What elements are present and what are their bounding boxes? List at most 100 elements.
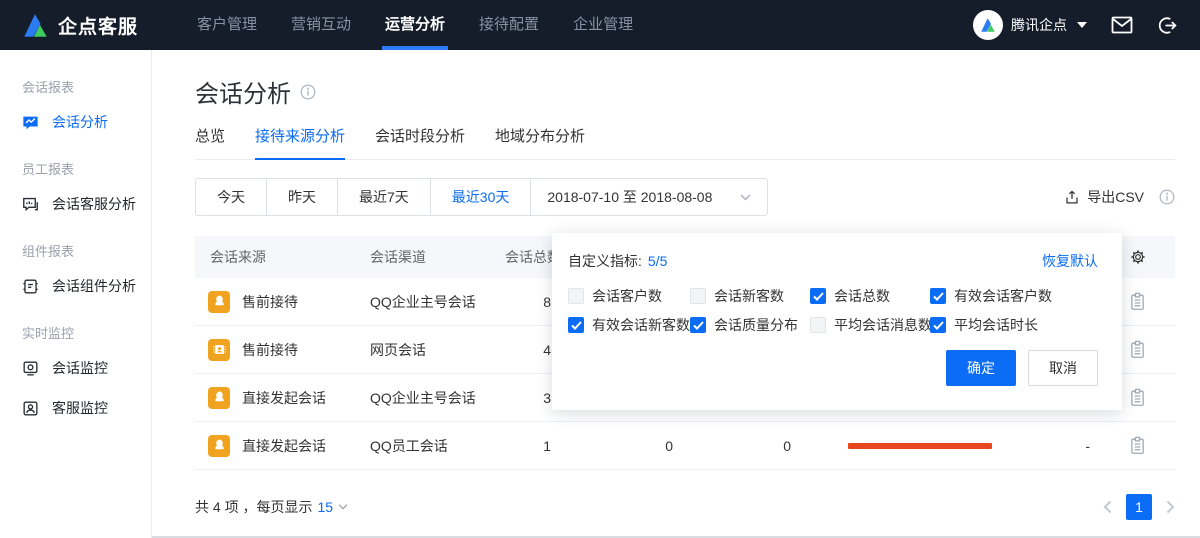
top-navbar: 企点客服 客户管理 营销互动 运营分析 接待配置 企业管理 腾讯企点 [0,0,1200,50]
account-name: 腾讯企点 [1011,15,1067,35]
analysis-tabs: 总览 接待来源分析 会话时段分析 地域分布分析 [195,125,1175,160]
sidebar-item-label: 会话监控 [52,358,108,378]
checkbox-checked[interactable] [690,317,706,333]
checkbox-unchecked[interactable] [690,288,706,304]
session-monitor-icon [21,359,40,378]
metric-option[interactable]: 会话质量分布 [690,315,810,335]
metric-option[interactable]: 有效会话客户数 [930,286,1098,306]
qq-channel-icon [208,291,230,313]
checkbox-checked[interactable] [568,317,584,333]
table-footer: 共 4 项 ，每页显示 15 1 [195,494,1175,520]
nav-item-customer[interactable]: 客户管理 [180,0,274,50]
metric-options: 会话客户数 会话新客数 会话总数 有效会话客户数 有效会话新客数 [568,286,1098,335]
account-menu[interactable]: 腾讯企点 [973,10,1087,40]
pagination: 1 [1103,494,1175,520]
mail-icon[interactable] [1111,16,1133,34]
navbar-right: 腾讯企点 [973,10,1178,40]
filter-today-button[interactable]: 今天 [196,179,266,215]
date-quick-filter: 今天 昨天 最近7天 最近30天 2018-07-10 至 2018-08-08 [195,178,768,216]
value-cell: 0 [685,438,803,454]
filter-7days-button[interactable]: 最近7天 [337,179,430,215]
logout-icon[interactable] [1157,15,1178,36]
chat-chart-icon [21,113,40,132]
page-size-value[interactable]: 15 [317,499,333,515]
sidebar-item-component-analysis[interactable]: 会话组件分析 [0,266,151,306]
export-icon [1064,189,1080,206]
export-csv-button[interactable]: 导出CSV [1064,187,1175,207]
column-header-source: 会话来源 [195,247,370,267]
chevron-down-icon [1077,22,1087,28]
metric-option[interactable]: 平均会话消息数 [810,315,930,335]
page-number[interactable]: 1 [1126,494,1152,520]
channel-cell: 网页会话 [370,340,505,360]
channel-cell: QQ员工会话 [370,436,505,456]
brand: 企点客服 [22,12,172,39]
tab-overview[interactable]: 总览 [195,125,225,159]
qidian-logo-icon [22,12,49,39]
duration-cell: - [1005,438,1100,454]
tab-reception-source[interactable]: 接待来源分析 [255,125,345,160]
checkbox-unchecked[interactable] [568,288,584,304]
chat-agent-icon [21,195,40,214]
nav-item-analytics[interactable]: 运营分析 [368,0,462,50]
prev-page-icon[interactable] [1103,500,1112,514]
cancel-button[interactable]: 取消 [1028,350,1098,386]
nav-item-marketing[interactable]: 营销互动 [274,0,368,50]
info-icon[interactable] [300,84,316,100]
metric-option[interactable]: 会话新客数 [690,286,810,306]
source-cell: 售前接待 [242,340,298,360]
date-range-picker[interactable]: 2018-07-10 至 2018-08-08 [530,179,767,215]
sidebar-item-agent-analysis[interactable]: 会话客服分析 [0,184,151,224]
table-row[interactable]: 直接发起会话 QQ员工会话 1 0 0 - [195,422,1175,470]
sidebar-item-session-analysis[interactable]: 会话分析 [0,102,151,142]
sidebar: 会话报表 会话分析 员工报表 会话客服分析 组件报表 [0,50,152,538]
column-header-channel: 会话渠道 [370,247,505,267]
clipboard-icon[interactable] [1100,436,1175,455]
sidebar-item-agent-monitor[interactable]: 客服监控 [0,388,151,428]
channel-cell: QQ企业主号会话 [370,292,505,312]
filter-bar: 今天 昨天 最近7天 最近30天 2018-07-10 至 2018-08-08… [195,178,1175,216]
sidebar-item-session-monitor[interactable]: 会话监控 [0,348,151,388]
checkbox-unchecked[interactable] [810,317,826,333]
quality-distribution-bar [848,443,992,449]
web-channel-icon [208,339,230,361]
checkbox-checked[interactable] [930,288,946,304]
chevron-down-icon[interactable] [338,504,348,510]
restore-default-link[interactable]: 恢复默认 [1042,251,1098,271]
sidebar-item-label: 会话组件分析 [52,276,136,296]
info-icon[interactable] [1159,189,1175,205]
chevron-down-icon [740,194,751,201]
component-icon [21,277,40,296]
source-cell: 直接发起会话 [242,436,326,456]
sidebar-item-label: 会话客服分析 [52,194,136,214]
metric-option[interactable]: 会话客户数 [568,286,690,306]
metric-option[interactable]: 平均会话时长 [930,315,1098,335]
nav-item-reception[interactable]: 接待配置 [462,0,556,50]
nav-item-enterprise[interactable]: 企业管理 [556,0,650,50]
popup-title: 自定义指标: [568,251,642,271]
total-cell: 1 [505,438,565,454]
channel-cell: QQ企业主号会话 [370,388,505,408]
nav-menu: 客户管理 营销互动 运营分析 接待配置 企业管理 [180,0,650,50]
avatar [973,10,1003,40]
custom-metrics-popup: 自定义指标: 5/5 恢复默认 会话客户数 会话新客数 会话总数 有效会话客户数 [552,233,1122,410]
confirm-button[interactable]: 确定 [946,350,1016,386]
metric-option[interactable]: 会话总数 [810,286,930,306]
sidebar-item-label: 客服监控 [52,398,108,418]
checkbox-checked[interactable] [930,317,946,333]
sidebar-item-label: 会话分析 [52,112,108,132]
source-cell: 售前接待 [242,292,298,312]
page-title: 会话分析 [195,74,291,109]
brand-name: 企点客服 [58,12,138,39]
metric-option[interactable]: 有效会话新客数 [568,315,690,335]
checkbox-checked[interactable] [810,288,826,304]
qq-channel-icon [208,387,230,409]
filter-30days-button[interactable]: 最近30天 [430,179,531,215]
sidebar-section-staff-report: 员工报表 [0,142,151,184]
filter-yesterday-button[interactable]: 昨天 [266,179,337,215]
next-page-icon[interactable] [1166,500,1175,514]
tab-region[interactable]: 地域分布分析 [495,125,585,159]
tab-session-period[interactable]: 会话时段分析 [375,125,465,159]
agent-monitor-icon [21,399,40,418]
sidebar-section-component-report: 组件报表 [0,224,151,266]
